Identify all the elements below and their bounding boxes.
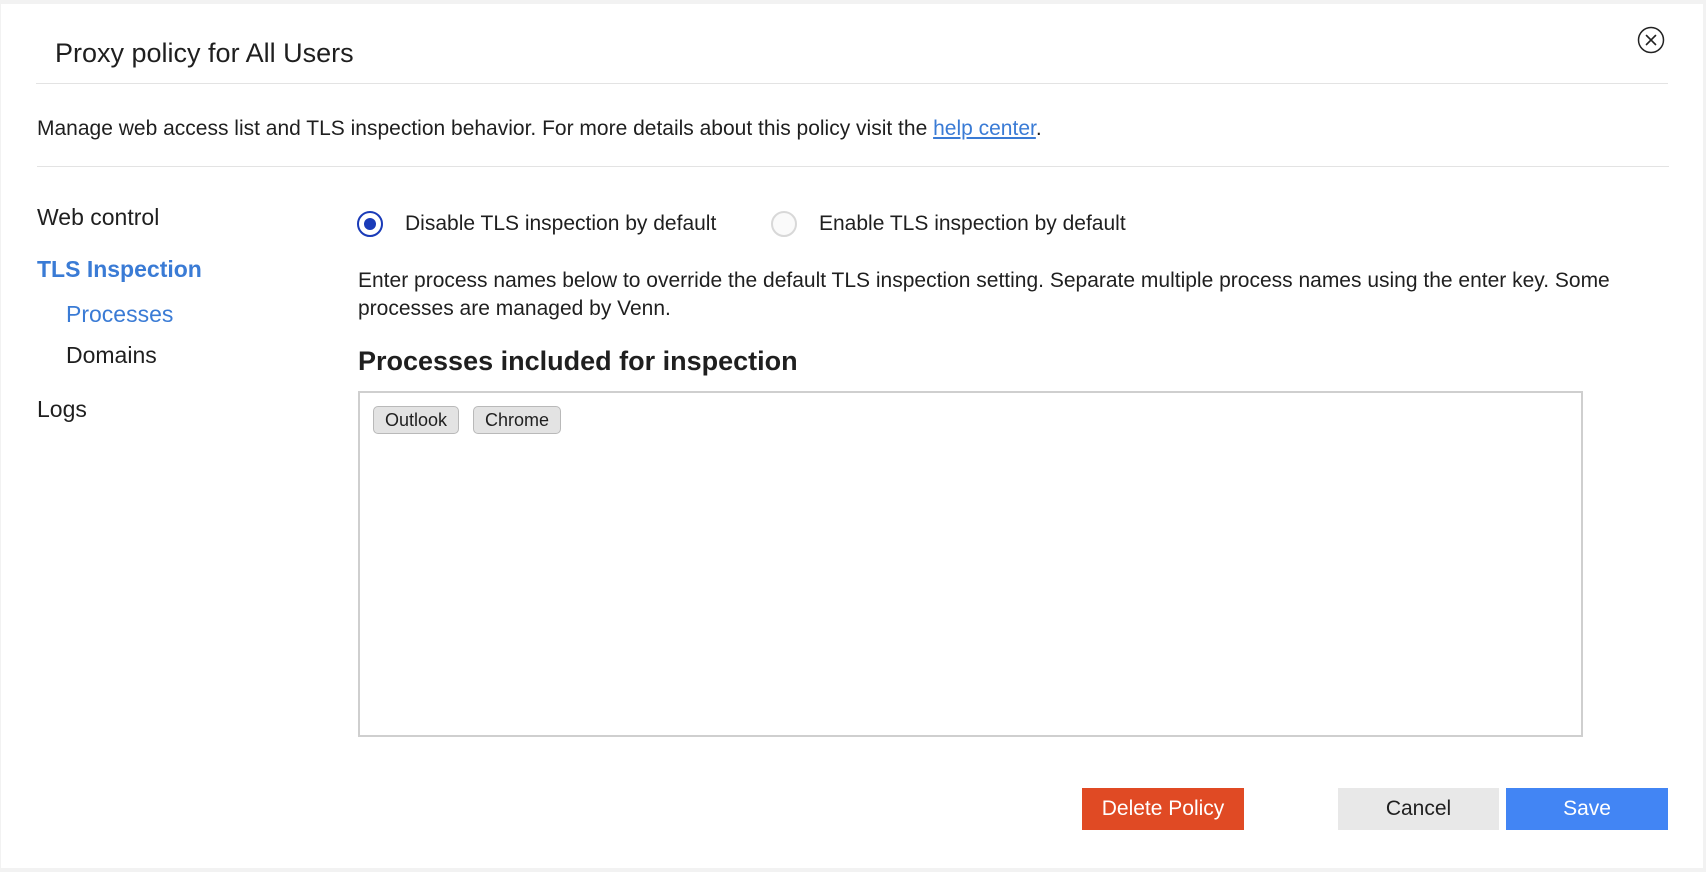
policy-description: Manage web access list and TLS inspectio… xyxy=(37,116,1042,142)
proxy-policy-dialog: Proxy policy for All Users Manage web ac… xyxy=(1,4,1703,868)
radio-disable-tls-label: Disable TLS inspection by default xyxy=(405,212,717,235)
radio-disable-tls[interactable]: Disable TLS inspection by default xyxy=(357,209,716,239)
description-end: . xyxy=(1035,117,1042,140)
process-tag-outlook[interactable]: Outlook xyxy=(373,406,460,434)
help-center-link[interactable]: help center xyxy=(933,117,1036,140)
process-tag-chrome[interactable]: Chrome xyxy=(473,406,562,434)
delete-policy-button[interactable]: Delete Policy xyxy=(1082,788,1244,830)
sidebar-item-web-control[interactable]: Web control xyxy=(37,203,159,231)
title-divider xyxy=(36,83,1668,84)
sidebar-item-logs[interactable]: Logs xyxy=(37,395,87,423)
close-button[interactable] xyxy=(1637,26,1665,54)
sidebar-subitem-domains[interactable]: Domains xyxy=(66,341,157,369)
process-help-text: Enter process names below to override th… xyxy=(358,269,1610,320)
description-text: Manage web access list and TLS inspectio… xyxy=(37,117,934,140)
radio-disable-tls-circle[interactable] xyxy=(357,211,383,237)
processes-section-heading: Processes included for inspection xyxy=(358,346,798,376)
close-icon xyxy=(1637,26,1665,54)
radio-enable-tls-label: Enable TLS inspection by default xyxy=(819,212,1126,235)
radio-enable-tls[interactable]: Enable TLS inspection by default xyxy=(771,209,1126,239)
sidebar-item-tls-inspection[interactable]: TLS Inspection xyxy=(37,255,202,283)
sidebar-subitem-processes[interactable]: Processes xyxy=(66,300,173,328)
cancel-button[interactable]: Cancel xyxy=(1338,788,1499,830)
processes-tag-input[interactable]: Outlook Chrome xyxy=(358,391,1583,737)
radio-enable-tls-circle[interactable] xyxy=(771,211,797,237)
save-button[interactable]: Save xyxy=(1506,788,1668,830)
dialog-title: Proxy policy for All Users xyxy=(55,38,354,68)
description-divider xyxy=(37,166,1669,167)
